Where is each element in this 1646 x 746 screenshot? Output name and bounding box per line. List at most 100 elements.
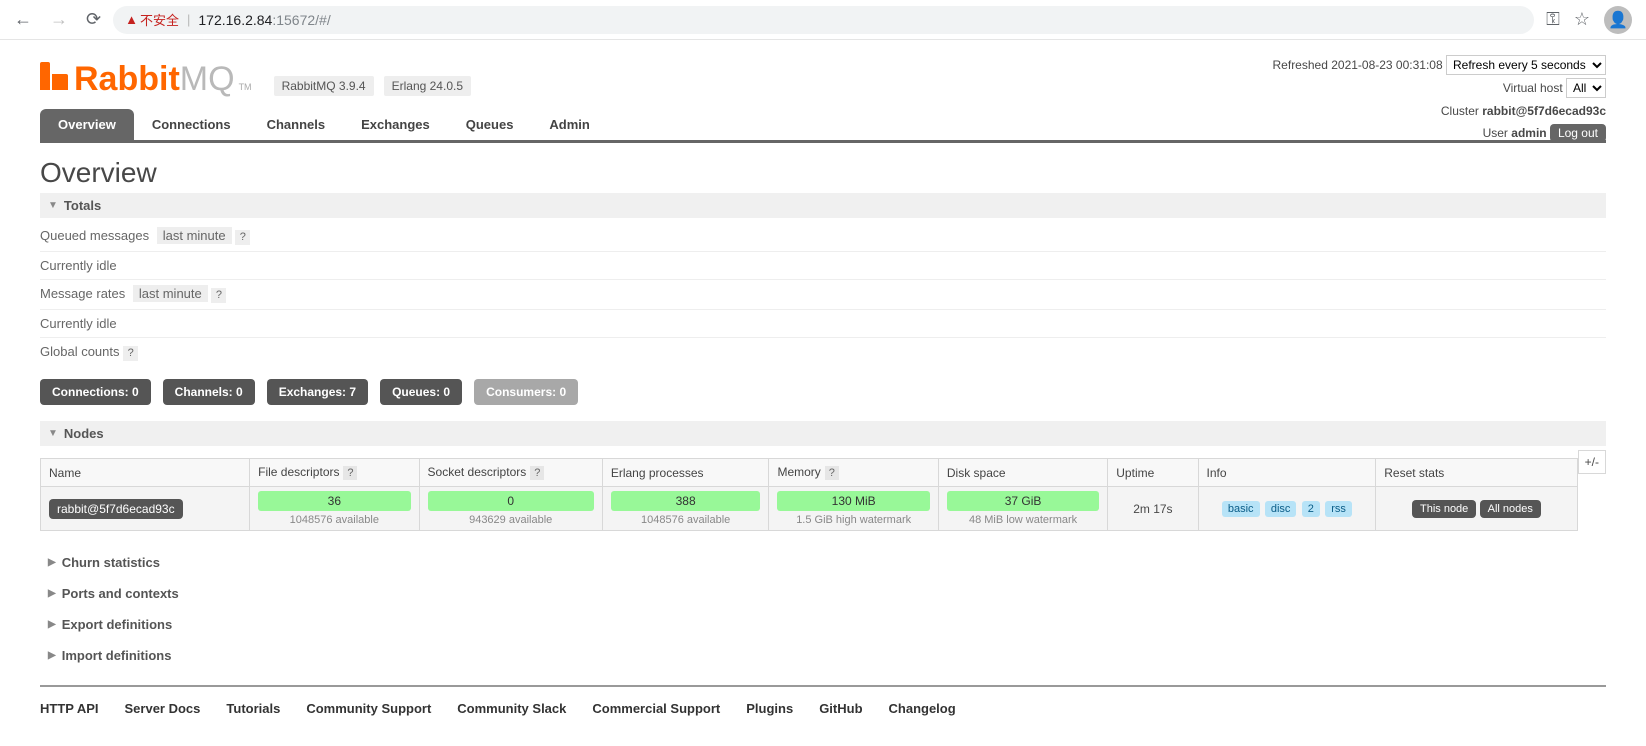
key-icon[interactable]: ⚿ — [1546, 9, 1560, 30]
erlang-pill: Erlang 24.0.5 — [384, 76, 471, 96]
back-button[interactable]: ← — [8, 5, 38, 34]
help-mem[interactable]: ? — [825, 466, 839, 480]
footer-server-docs[interactable]: Server Docs — [125, 701, 201, 716]
col-disk[interactable]: Disk space — [938, 459, 1107, 487]
tab-queues[interactable]: Queues — [448, 109, 532, 140]
section-ports[interactable]: ▶Ports and contexts — [40, 578, 1606, 609]
queued-range[interactable]: last minute — [157, 227, 232, 244]
help-fd[interactable]: ? — [343, 466, 357, 480]
cluster-value: rabbit@5f7d6ecad93c — [1482, 104, 1606, 118]
footer-github[interactable]: GitHub — [819, 701, 862, 716]
chevron-right-icon: ▶ — [48, 619, 56, 630]
app-header: RabbitMQ TM RabbitMQ 3.9.4 Erlang 24.0.5… — [40, 40, 1606, 99]
sd-value: 0 — [428, 491, 594, 511]
footer-commercial-support[interactable]: Commercial Support — [592, 701, 720, 716]
fd-value: 36 — [258, 491, 410, 511]
tab-overview[interactable]: Overview — [40, 109, 134, 140]
footer-links: HTTP API Server Docs Tutorials Community… — [40, 685, 1606, 746]
tab-admin[interactable]: Admin — [531, 109, 607, 140]
section-import[interactable]: ▶Import definitions — [40, 640, 1606, 671]
col-sd[interactable]: Socket descriptors? — [419, 459, 602, 487]
footer-plugins[interactable]: Plugins — [746, 701, 793, 716]
chevron-right-icon: ▶ — [48, 650, 56, 661]
count-channels[interactable]: Channels: 0 — [163, 379, 255, 405]
erl-sub: 1048576 available — [611, 514, 761, 526]
info-basic[interactable]: basic — [1222, 501, 1260, 517]
erl-value: 388 — [611, 491, 761, 511]
queued-messages-row: Queued messages last minute ? — [40, 222, 1606, 252]
logout-button[interactable]: Log out — [1550, 124, 1606, 142]
tab-exchanges[interactable]: Exchanges — [343, 109, 448, 140]
global-counts-row: Global counts ? — [40, 338, 1606, 367]
browser-toolbar: ← → ⟳ ▲ 不安全 | 172.16.2.84:15672/#/ ⚿ ☆ 👤 — [0, 0, 1646, 40]
node-name[interactable]: rabbit@5f7d6ecad93c — [49, 499, 183, 519]
logo-tm: TM — [239, 82, 252, 92]
footer-community-slack[interactable]: Community Slack — [457, 701, 566, 716]
vhost-label: Virtual host — [1503, 81, 1563, 95]
help-global[interactable]: ? — [123, 346, 138, 361]
profile-avatar[interactable]: 👤 — [1604, 6, 1632, 34]
nodes-table: Name File descriptors? Socket descriptor… — [40, 458, 1578, 531]
col-fd[interactable]: File descriptors? — [250, 459, 419, 487]
warning-icon: ▲ — [125, 12, 138, 27]
reset-this-node-button[interactable]: This node — [1412, 500, 1476, 518]
refresh-interval-select[interactable]: Refresh every 5 seconds — [1446, 55, 1606, 75]
rabbit-icon — [40, 62, 68, 90]
rates-range[interactable]: last minute — [133, 285, 208, 302]
uptime-value: 2m 17s — [1108, 487, 1198, 531]
message-rates-row: Message rates last minute ? — [40, 280, 1606, 310]
url-separator: | — [187, 12, 190, 27]
user-label: User — [1483, 126, 1508, 140]
insecure-badge: ▲ 不安全 — [125, 10, 179, 29]
section-export[interactable]: ▶Export definitions — [40, 609, 1606, 640]
info-cell: basic disc 2 rss — [1198, 487, 1376, 531]
star-icon[interactable]: ☆ — [1574, 9, 1590, 30]
tab-connections[interactable]: Connections — [134, 109, 249, 140]
mem-sub: 1.5 GiB high watermark — [777, 514, 929, 526]
columns-toggle[interactable]: +/- — [1578, 450, 1606, 474]
chevron-right-icon: ▶ — [48, 588, 56, 599]
logo-text-rabbit: Rabbit — [74, 60, 180, 98]
queued-idle: Currently idle — [40, 252, 1606, 280]
reload-button[interactable]: ⟳ — [80, 5, 107, 34]
footer-tutorials[interactable]: Tutorials — [226, 701, 280, 716]
count-queues[interactable]: Queues: 0 — [380, 379, 462, 405]
col-reset[interactable]: Reset stats — [1376, 459, 1577, 487]
footer-http-api[interactable]: HTTP API — [40, 701, 99, 716]
help-queued[interactable]: ? — [235, 230, 250, 245]
info-rss[interactable]: rss — [1325, 501, 1352, 517]
info-disc[interactable]: disc — [1265, 501, 1297, 517]
col-mem[interactable]: Memory? — [769, 459, 938, 487]
col-name[interactable]: Name — [41, 459, 250, 487]
section-totals[interactable]: ▼ Totals — [40, 193, 1606, 218]
vhost-select[interactable]: All — [1566, 78, 1606, 98]
footer-changelog[interactable]: Changelog — [889, 701, 956, 716]
disk-value: 37 GiB — [947, 491, 1099, 511]
rates-idle: Currently idle — [40, 310, 1606, 338]
logo-text-mq: MQ — [180, 60, 235, 98]
help-sd[interactable]: ? — [530, 466, 544, 480]
global-counts: Connections: 0 Channels: 0 Exchanges: 7 … — [40, 379, 1606, 405]
forward-button[interactable]: → — [44, 5, 74, 34]
section-churn[interactable]: ▶Churn statistics — [40, 547, 1606, 578]
count-connections[interactable]: Connections: 0 — [40, 379, 151, 405]
count-consumers[interactable]: Consumers: 0 — [474, 379, 578, 405]
tab-channels[interactable]: Channels — [249, 109, 344, 140]
count-exchanges[interactable]: Exchanges: 7 — [267, 379, 368, 405]
chevron-right-icon: ▶ — [48, 557, 56, 568]
browser-right-icons: ⚿ ☆ 👤 — [1540, 6, 1638, 34]
col-info[interactable]: Info — [1198, 459, 1376, 487]
info-2[interactable]: 2 — [1302, 501, 1320, 517]
footer-community-support[interactable]: Community Support — [306, 701, 431, 716]
version-pill: RabbitMQ 3.9.4 — [274, 76, 374, 96]
help-rates[interactable]: ? — [211, 288, 226, 303]
col-uptime[interactable]: Uptime — [1108, 459, 1198, 487]
address-bar[interactable]: ▲ 不安全 | 172.16.2.84:15672/#/ — [113, 6, 1534, 34]
reset-all-nodes-button[interactable]: All nodes — [1480, 500, 1541, 518]
col-erl[interactable]: Erlang processes — [602, 459, 769, 487]
chevron-down-icon: ▼ — [48, 200, 58, 211]
sd-sub: 943629 available — [428, 514, 594, 526]
disk-sub: 48 MiB low watermark — [947, 514, 1099, 526]
section-nodes[interactable]: ▼ Nodes — [40, 421, 1606, 446]
header-right: Refreshed 2021-08-23 00:31:08 Refresh ev… — [1273, 54, 1606, 145]
